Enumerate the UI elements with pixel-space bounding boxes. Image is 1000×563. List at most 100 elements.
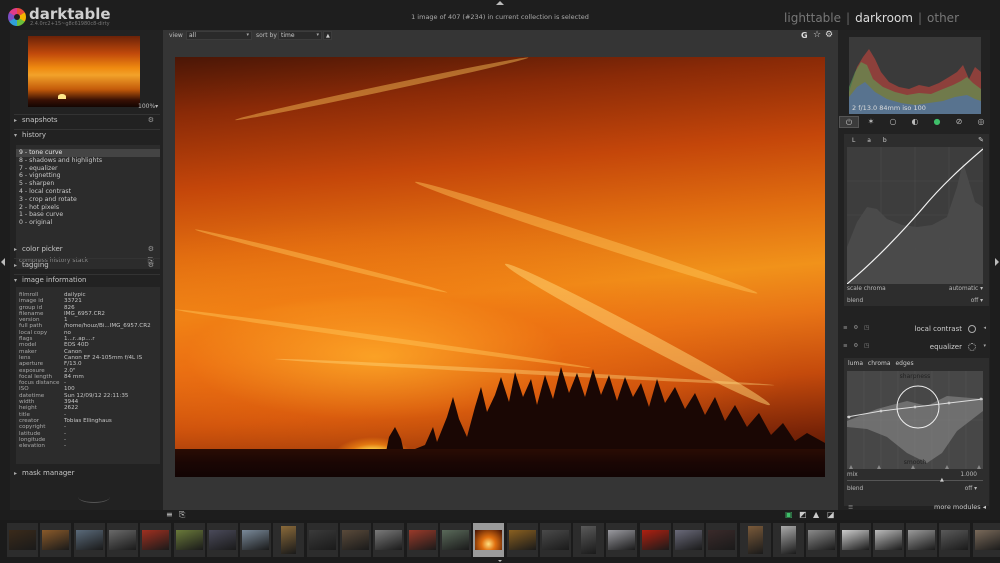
reset-icon[interactable]: ⚙ <box>148 116 154 124</box>
module-toggle-icon[interactable] <box>968 325 976 333</box>
filmstrip-thumbnail[interactable] <box>406 523 438 557</box>
module-preset-icons[interactable]: ≡ ⚙ ◳ <box>843 343 871 349</box>
filmstrip-thumbnail[interactable] <box>140 523 172 557</box>
filmstrip-thumbnail[interactable] <box>839 523 871 557</box>
filmstrip-thumbnail[interactable] <box>106 523 138 557</box>
history-item[interactable]: 8 - shadows and highlights <box>16 157 160 165</box>
tone-curve-graph[interactable] <box>846 147 984 285</box>
history-item[interactable]: 0 - original <box>16 219 160 227</box>
filmstrip-thumbnail[interactable] <box>506 523 538 557</box>
filmstrip-thumbnail[interactable] <box>872 523 904 557</box>
history-item[interactable]: 7 - equalizer <box>16 165 160 173</box>
filmstrip-thumbnail[interactable] <box>706 523 738 557</box>
history-item[interactable]: 2 - hot pixels <box>16 204 160 212</box>
filmstrip-thumbnail[interactable] <box>340 523 371 557</box>
history-item[interactable]: 1 - base curve <box>16 211 160 219</box>
history-item[interactable]: 4 - local contrast <box>16 188 160 196</box>
basic-group-tab-circle-icon[interactable]: ○ <box>883 116 903 128</box>
filmstrip-thumbnail[interactable] <box>739 523 771 557</box>
more-modules-button[interactable]: ≡ more modules ◂ <box>838 502 990 512</box>
expand-arrow-icon[interactable]: ◂ <box>983 325 986 331</box>
history-item[interactable]: 5 - sharpen <box>16 180 160 188</box>
history-header[interactable]: ▾ history <box>14 131 160 142</box>
filmstrip-thumbnail[interactable] <box>173 523 205 557</box>
blend-value[interactable]: off ▾ <box>965 486 977 492</box>
filmstrip-thumbnail[interactable] <box>939 523 971 557</box>
history-item[interactable]: 3 - crop and rotate <box>16 196 160 204</box>
sort-select[interactable]: time ▾ <box>278 31 322 40</box>
filmstrip-thumbnail[interactable] <box>306 523 338 557</box>
softproof-icon[interactable]: ◩ <box>799 510 807 519</box>
filmstrip-thumbnail[interactable] <box>906 523 938 557</box>
filmstrip-thumbnail[interactable] <box>240 523 272 557</box>
equalizer-graph[interactable]: sharpness smooth <box>846 371 984 469</box>
module-toggle-icon[interactable] <box>968 343 976 351</box>
local-contrast-module-header[interactable]: ≡ ⚙ ◳ local contrast ◂ <box>838 323 990 336</box>
scale-chroma-row[interactable]: scale chroma automatic ▾ <box>847 286 983 292</box>
filmstrip-thumbnail[interactable] <box>573 523 605 557</box>
main-image[interactable] <box>175 57 825 477</box>
filmstrip-thumbnail[interactable] <box>972 523 1000 557</box>
equalizer-mix-slider[interactable]: mix 1.000 ▲ <box>847 472 983 483</box>
reset-icon[interactable]: ⚙ <box>148 245 154 253</box>
mask-manager-header[interactable]: ▸ mask manager <box>14 469 160 480</box>
collapse-right-arrow-icon[interactable] <box>995 258 999 266</box>
view-other[interactable]: other <box>927 11 959 25</box>
color-assessment-icon[interactable]: ▣ <box>785 510 793 519</box>
collapse-arrow-icon[interactable]: ▾ <box>983 343 986 349</box>
tagging-header[interactable]: ▸ tagging ⚙ <box>14 261 160 272</box>
favorites-tab-star-icon[interactable]: ✶ <box>861 116 881 128</box>
tone-curve-blend-row[interactable]: blend off ▾ <box>847 298 983 304</box>
tone-group-tab-icon[interactable]: ◐ <box>905 116 925 128</box>
tab-L[interactable]: L <box>852 137 855 144</box>
filmstrip-thumbnail[interactable] <box>673 523 704 557</box>
view-darkroom[interactable]: darkroom <box>855 11 913 25</box>
presets-icon[interactable]: ≡ <box>166 510 173 519</box>
presets-icon[interactable]: ≡ <box>848 503 853 511</box>
color-picker-header[interactable]: ▸ color picker ⚙ <box>14 245 160 256</box>
effect-group-tab-icon[interactable]: ◎ <box>971 116 991 128</box>
active-modules-tab-power-icon[interactable]: ⏻ <box>839 116 859 128</box>
filmstrip-thumbnail[interactable] <box>73 523 105 557</box>
tab-a[interactable]: a <box>867 137 871 144</box>
star-icon[interactable]: ☆ <box>813 30 821 40</box>
filmstrip-thumbnail[interactable] <box>439 523 471 557</box>
filmstrip-thumbnail[interactable] <box>639 523 671 557</box>
zoom-level[interactable]: 100%▾ <box>138 103 158 110</box>
view-lighttable[interactable]: lighttable <box>784 11 841 25</box>
guides-icon[interactable]: ◪ <box>827 510 835 519</box>
history-item[interactable]: 9 - tone curve <box>16 149 160 157</box>
module-preset-icons[interactable]: ≡ ⚙ ◳ <box>843 325 871 331</box>
grouping-icon[interactable]: G <box>801 31 808 40</box>
equalizer-module-header[interactable]: ≡ ⚙ ◳ equalizer ▾ <box>838 341 990 354</box>
color-picker-icon[interactable]: ✎ <box>978 136 984 144</box>
gamut-check-icon[interactable]: ▲ <box>813 510 819 519</box>
gear-icon[interactable]: ⚙ <box>825 30 833 40</box>
filmstrip-thumbnail[interactable] <box>539 523 571 557</box>
styles-icon[interactable]: ⎘ <box>179 510 185 520</box>
filmstrip-thumbnail[interactable] <box>273 523 305 557</box>
tab-luma[interactable]: luma <box>848 360 863 367</box>
tab-edges[interactable]: edges <box>895 360 913 367</box>
filmstrip[interactable] <box>0 520 1000 560</box>
filmstrip-thumbnail[interactable] <box>373 523 405 557</box>
sort-direction-button[interactable]: ▲ <box>323 31 332 40</box>
filmstrip-thumbnail[interactable] <box>772 523 804 557</box>
view-filter-select[interactable]: all ▾ <box>186 31 252 40</box>
tab-chroma[interactable]: chroma <box>868 360 891 367</box>
collapse-left-arrow-icon[interactable] <box>1 258 5 266</box>
filmstrip-thumbnail[interactable] <box>40 523 72 557</box>
histogram[interactable]: 2 f/13.0 84mm iso 100 <box>849 37 981 114</box>
filmstrip-thumbnail[interactable] <box>606 523 638 557</box>
correct-group-tab-icon[interactable]: ⊘ <box>949 116 969 128</box>
filmstrip-thumbnail[interactable] <box>806 523 838 557</box>
filmstrip-thumbnail[interactable] <box>206 523 238 557</box>
reset-icon[interactable]: ⚙ <box>148 261 154 269</box>
image-information-header[interactable]: ▾ image information <box>14 276 160 287</box>
collapse-top-arrow-icon[interactable] <box>496 1 504 5</box>
equalizer-blend-row[interactable]: blend off ▾ <box>847 486 983 492</box>
filmstrip-thumbnail[interactable] <box>473 523 505 557</box>
scale-chroma-value[interactable]: automatic ▾ <box>949 286 983 292</box>
blend-value[interactable]: off ▾ <box>971 298 983 304</box>
history-item[interactable]: 6 - vignetting <box>16 172 160 180</box>
